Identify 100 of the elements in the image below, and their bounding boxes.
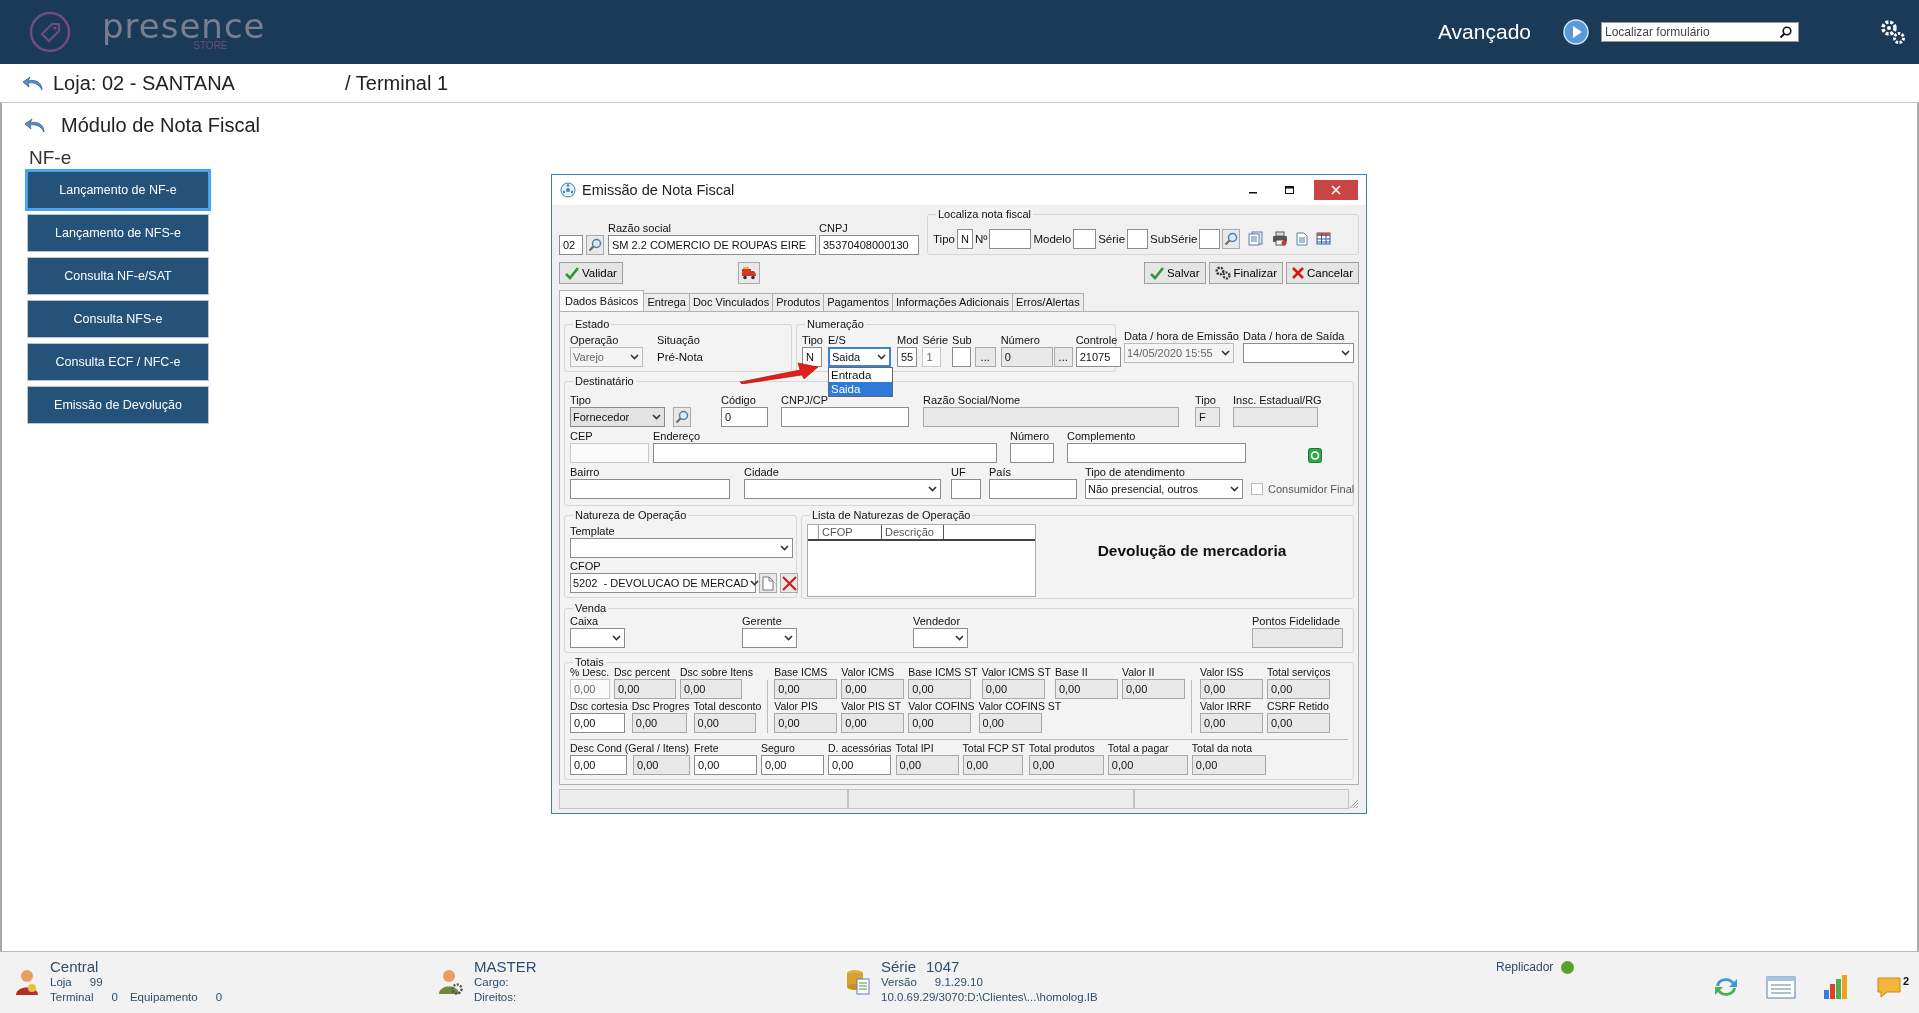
dropdown[interactable] (1242, 343, 1354, 363)
input-field[interactable]: F (1195, 407, 1220, 427)
input-field[interactable]: 0,00 (1191, 755, 1266, 775)
menu-button[interactable]: Consulta NF-e/SAT (27, 257, 209, 295)
input-field[interactable]: 0,00 (774, 679, 838, 699)
tab[interactable]: Produtos (772, 293, 825, 311)
dropdown[interactable] (744, 479, 941, 499)
new-document-button[interactable] (759, 573, 777, 593)
document-list-icon[interactable] (1248, 231, 1265, 246)
menu-button[interactable]: Lançamento de NFS-e (27, 214, 209, 252)
bar-chart-icon[interactable] (1821, 974, 1850, 1000)
input-field[interactable]: 0,00 (841, 679, 905, 699)
dropdown[interactable]: Fornecedor (570, 407, 665, 427)
truck-button[interactable] (737, 262, 760, 284)
input-field[interactable] (1067, 443, 1246, 463)
input-field[interactable] (1073, 228, 1097, 249)
input-field[interactable]: 0,00 (981, 679, 1045, 699)
delete-button[interactable] (780, 573, 798, 593)
menu-button[interactable]: Emissão de Devolução (27, 386, 209, 424)
input-field[interactable]: 0,00 (1266, 679, 1330, 699)
input-field[interactable] (952, 347, 972, 367)
toolbar-button[interactable]: Salvar (1143, 262, 1206, 284)
input-field[interactable]: 0,00 (962, 755, 1023, 775)
input-field[interactable]: 0,00 (693, 713, 756, 733)
play-button-icon[interactable] (1563, 19, 1589, 45)
tab[interactable]: Entrega (643, 293, 690, 311)
input-field[interactable]: 0,00 (774, 713, 838, 733)
input-field[interactable]: 55 (897, 347, 917, 367)
input-field[interactable] (1233, 407, 1318, 427)
dropdown[interactable]: 5202 - DEVOLUCAO DE MERCAD (570, 573, 756, 593)
printer-icon[interactable] (1272, 231, 1289, 246)
dropdown[interactable] (570, 538, 793, 558)
input-field[interactable]: 0,00 (694, 755, 757, 775)
toolbar-button[interactable]: Cancelar (1285, 262, 1359, 284)
input-field[interactable]: 0 (721, 407, 768, 427)
input-field[interactable]: 0,00 (895, 755, 959, 775)
input-field[interactable]: 0,00 (1199, 679, 1263, 699)
search-button[interactable] (586, 235, 604, 255)
input-field[interactable] (951, 479, 981, 499)
input-field[interactable] (1010, 443, 1054, 463)
input-field[interactable]: 35370408000130 (819, 235, 919, 255)
more-button[interactable]: ... (1053, 347, 1073, 367)
tab[interactable]: Doc Vinculados (688, 293, 774, 311)
tab[interactable]: Erros/Alertas (1012, 293, 1084, 311)
toolbar-button[interactable]: Validar (559, 262, 623, 284)
input-field[interactable]: 0,00 (614, 679, 676, 699)
settings-icon[interactable] (1879, 18, 1907, 46)
tab[interactable]: Dados Básicos (559, 290, 645, 311)
input-field[interactable]: 0,00 (841, 713, 905, 733)
input-field[interactable]: 0 (1000, 347, 1053, 367)
input-field[interactable]: 0,00 (1054, 679, 1118, 699)
checkbox[interactable] (1251, 483, 1263, 495)
back-arrow-icon[interactable] (22, 74, 44, 92)
column-header[interactable]: Descrição (882, 525, 944, 539)
menu-button[interactable]: Lançamento de NF-e (27, 171, 209, 209)
input-field[interactable] (781, 407, 909, 427)
input-field[interactable]: 0,00 (680, 679, 742, 699)
dropdown[interactable] (913, 628, 968, 648)
input-field[interactable]: 0,00 (828, 755, 891, 775)
input-field[interactable]: 0,00 (908, 713, 972, 733)
table-icon[interactable] (1316, 232, 1332, 245)
dropdown-option[interactable]: Entrada (829, 368, 892, 382)
input-field[interactable]: SM 2.2 COMERCIO DE ROUPAS EIRE (608, 235, 816, 255)
input-field[interactable]: 0,00 (908, 679, 972, 699)
menu-button[interactable]: Consulta NFS-e (27, 300, 209, 338)
input-field[interactable] (989, 228, 1032, 249)
input-field[interactable]: 0,00 (1028, 755, 1104, 775)
input-field[interactable]: 0,00 (1266, 713, 1330, 733)
window-list-icon[interactable] (1765, 974, 1796, 1000)
input-field[interactable]: 0,00 (633, 755, 690, 775)
input-field[interactable]: N (956, 228, 973, 249)
column-header[interactable]: CFOP (819, 525, 882, 539)
input-field[interactable] (653, 443, 997, 463)
more-button[interactable]: ... (974, 347, 996, 367)
input-field[interactable]: 0,00 (1199, 713, 1263, 733)
input-field[interactable] (1199, 228, 1221, 249)
search-field[interactable]: Localizar formulário (1601, 22, 1799, 42)
dropdown-option[interactable]: Saida (829, 382, 892, 396)
input-field[interactable] (1252, 628, 1343, 648)
tab[interactable]: Pagamentos (823, 293, 893, 311)
input-field[interactable]: 0,00 (978, 713, 1042, 733)
close-button[interactable] (1314, 180, 1358, 200)
document-icon[interactable] (1296, 231, 1309, 246)
input-field[interactable]: 0,00 (1121, 679, 1185, 699)
input-field[interactable]: 0,00 (1107, 755, 1188, 775)
dropdown[interactable] (570, 628, 625, 648)
search-button[interactable] (673, 407, 691, 427)
dropdown[interactable]: Não presencial, outros (1085, 479, 1243, 499)
input-field[interactable] (989, 479, 1077, 499)
menu-button[interactable]: Consulta ECF / NFC-e (27, 343, 209, 381)
input-field[interactable]: 0,00 (570, 713, 625, 733)
input-field[interactable] (570, 479, 730, 499)
input-field[interactable]: N (802, 347, 822, 367)
input-field[interactable] (923, 407, 1179, 427)
input-field[interactable]: 21075 (1075, 347, 1121, 367)
input-field[interactable]: 0,00 (631, 713, 687, 733)
input-field[interactable]: 0,00 (761, 755, 824, 775)
input-field[interactable]: 02 (559, 235, 583, 255)
input-field[interactable]: 0,00 (570, 755, 627, 775)
chat-icon[interactable] (1875, 975, 1902, 999)
